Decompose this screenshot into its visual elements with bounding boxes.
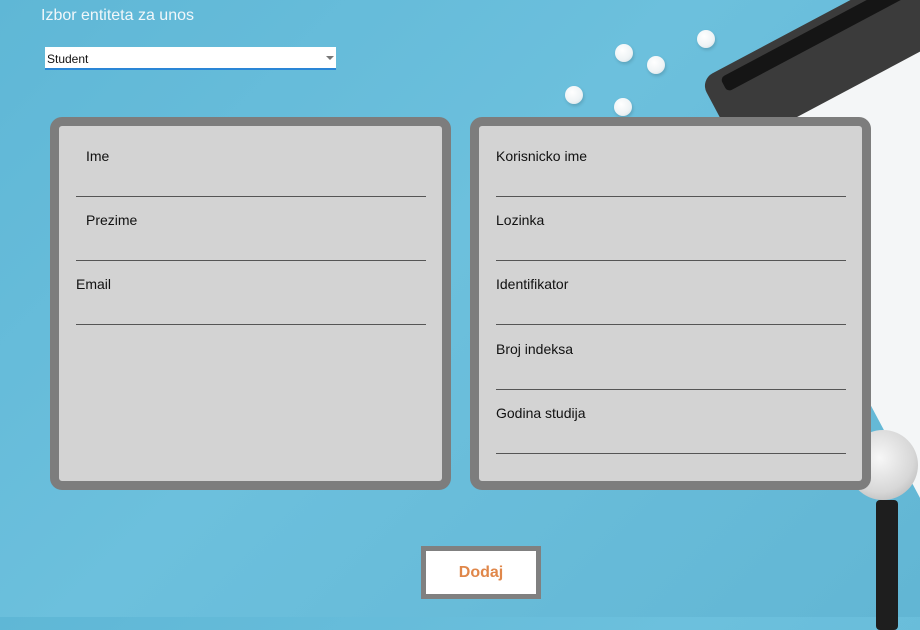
page-title: Izbor entiteta za unos bbox=[41, 7, 194, 24]
last-name-label: Prezime bbox=[86, 212, 138, 228]
study-year-field[interactable]: Godina studija bbox=[496, 383, 846, 454]
background-pill bbox=[565, 86, 583, 104]
background-pill bbox=[614, 98, 632, 116]
entity-select-value: Student bbox=[47, 52, 89, 66]
add-button[interactable]: Dodaj bbox=[421, 546, 541, 599]
email-field[interactable]: Email bbox=[76, 254, 426, 325]
entity-select[interactable]: Student bbox=[45, 47, 336, 70]
first-name-field[interactable]: Ime bbox=[76, 126, 426, 197]
personal-info-panel: Ime Prezime Email bbox=[50, 117, 451, 490]
background-pill bbox=[697, 30, 715, 48]
index-number-label: Broj indeksa bbox=[496, 341, 574, 357]
identifier-field[interactable]: Identifikator bbox=[496, 254, 846, 325]
account-info-panel: Korisnicko ime Lozinka Identifikator Bro… bbox=[470, 117, 871, 490]
chevron-down-icon[interactable] bbox=[326, 56, 334, 60]
index-number-field[interactable]: Broj indeksa bbox=[496, 319, 846, 390]
background-pill bbox=[615, 44, 633, 62]
last-name-field[interactable]: Prezime bbox=[76, 190, 426, 261]
study-year-input-underline[interactable] bbox=[496, 453, 846, 454]
email-label: Email bbox=[76, 276, 112, 292]
identifier-label: Identifikator bbox=[496, 276, 569, 292]
first-name-label: Ime bbox=[86, 148, 110, 164]
background-pill bbox=[647, 56, 665, 74]
study-year-label: Godina studija bbox=[496, 405, 586, 421]
background-stethoscope-tube bbox=[876, 500, 898, 630]
password-field[interactable]: Lozinka bbox=[496, 190, 846, 261]
email-input-underline[interactable] bbox=[76, 324, 426, 325]
password-label: Lozinka bbox=[496, 212, 545, 228]
username-label: Korisnicko ime bbox=[496, 148, 588, 164]
username-field[interactable]: Korisnicko ime bbox=[496, 126, 846, 197]
